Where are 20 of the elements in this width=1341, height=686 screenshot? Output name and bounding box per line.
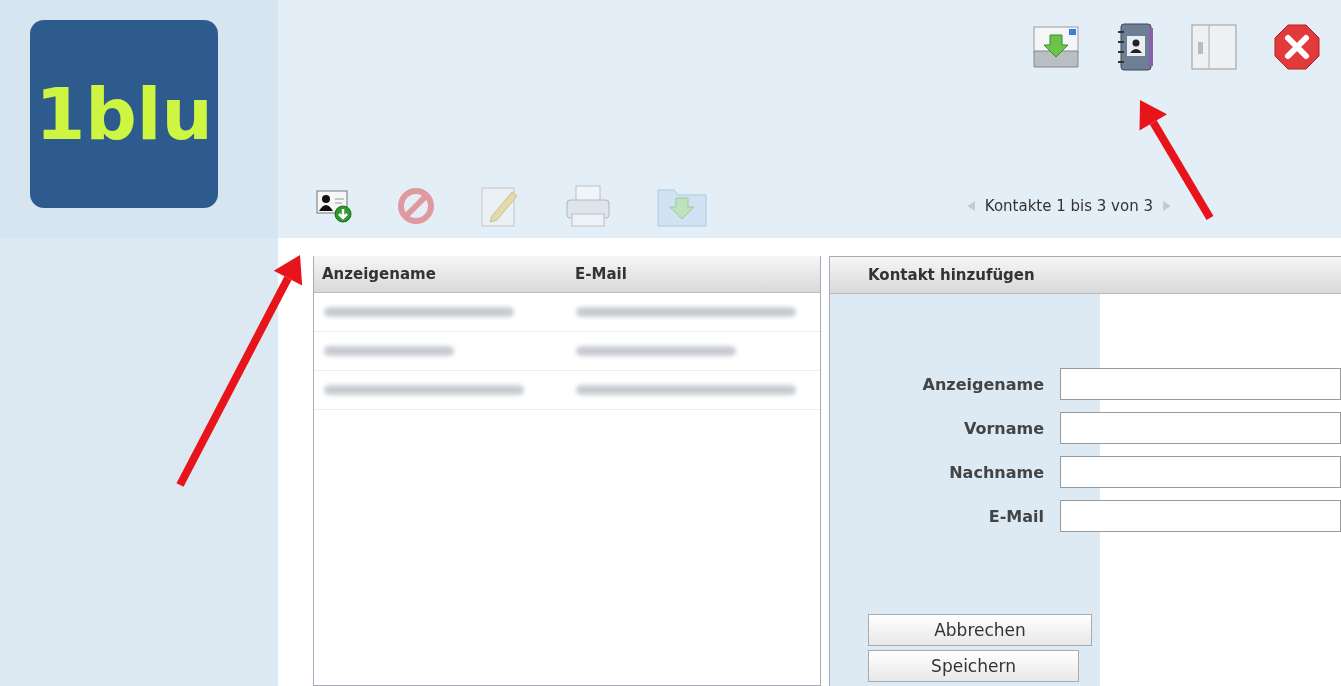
logo: 1blu — [30, 20, 218, 208]
text-field[interactable] — [1060, 456, 1341, 488]
notebook-icon[interactable] — [1189, 22, 1239, 72]
close-icon[interactable] — [1273, 23, 1321, 71]
field-label: Vorname — [962, 418, 1044, 438]
text-field[interactable] — [1060, 500, 1341, 532]
text-field[interactable] — [1060, 412, 1341, 444]
address-book-icon[interactable] — [1115, 22, 1155, 72]
column-header: Anzeigename — [321, 265, 437, 283]
field-label: Nachname — [948, 462, 1044, 482]
panel-title: Kontakt hinzufügen — [830, 257, 1341, 294]
column-header: E-Mail — [574, 265, 628, 283]
form-button[interactable]: Speichern — [868, 650, 1079, 682]
add-contact-icon[interactable] — [316, 189, 352, 223]
field-label: Anzeigename — [921, 374, 1044, 394]
pager-text: Kontakte 1 bis 3 von 3 — [984, 197, 1153, 215]
tray-download-icon[interactable] — [1031, 23, 1081, 71]
form-button[interactable]: Abbrechen — [868, 614, 1092, 646]
field-label: E-Mail — [987, 506, 1044, 526]
text-field[interactable] — [1060, 368, 1341, 400]
